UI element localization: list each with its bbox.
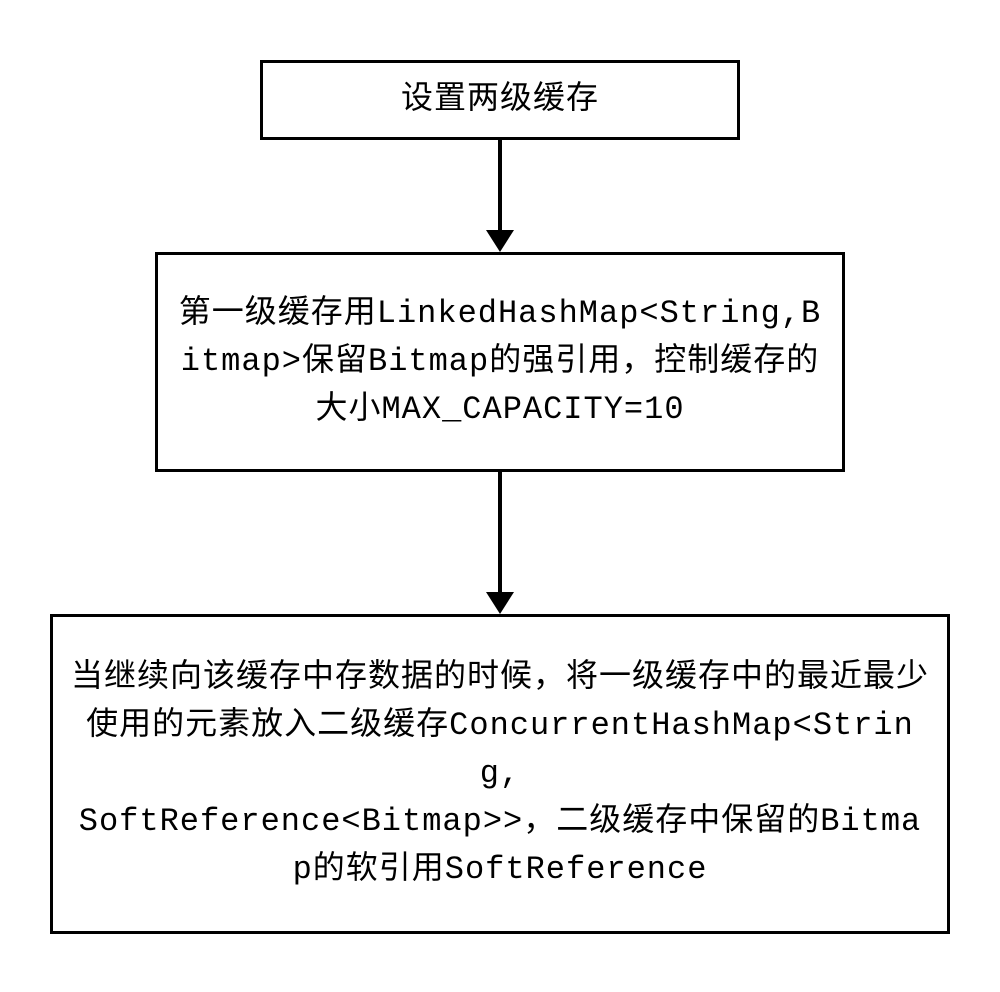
arrow-2-head — [486, 592, 514, 614]
flow-step-2-text: 第一级缓存用LinkedHashMap<String,Bitmap>保留Bitm… — [176, 290, 824, 434]
flow-step-3: 当继续向该缓存中存数据的时候，将一级缓存中的最近最少使用的元素放入二级缓存Con… — [50, 614, 950, 934]
arrow-1 — [486, 140, 514, 252]
flow-step-3-text: 当继续向该缓存中存数据的时候，将一级缓存中的最近最少使用的元素放入二级缓存Con… — [71, 654, 929, 894]
arrow-1-head — [486, 230, 514, 252]
flow-step-2: 第一级缓存用LinkedHashMap<String,Bitmap>保留Bitm… — [155, 252, 845, 472]
flow-step-1-text: 设置两级缓存 — [401, 76, 599, 124]
arrow-2 — [486, 472, 514, 614]
arrow-2-shaft — [498, 472, 502, 592]
flow-step-1: 设置两级缓存 — [260, 60, 740, 140]
arrow-1-shaft — [498, 140, 502, 230]
